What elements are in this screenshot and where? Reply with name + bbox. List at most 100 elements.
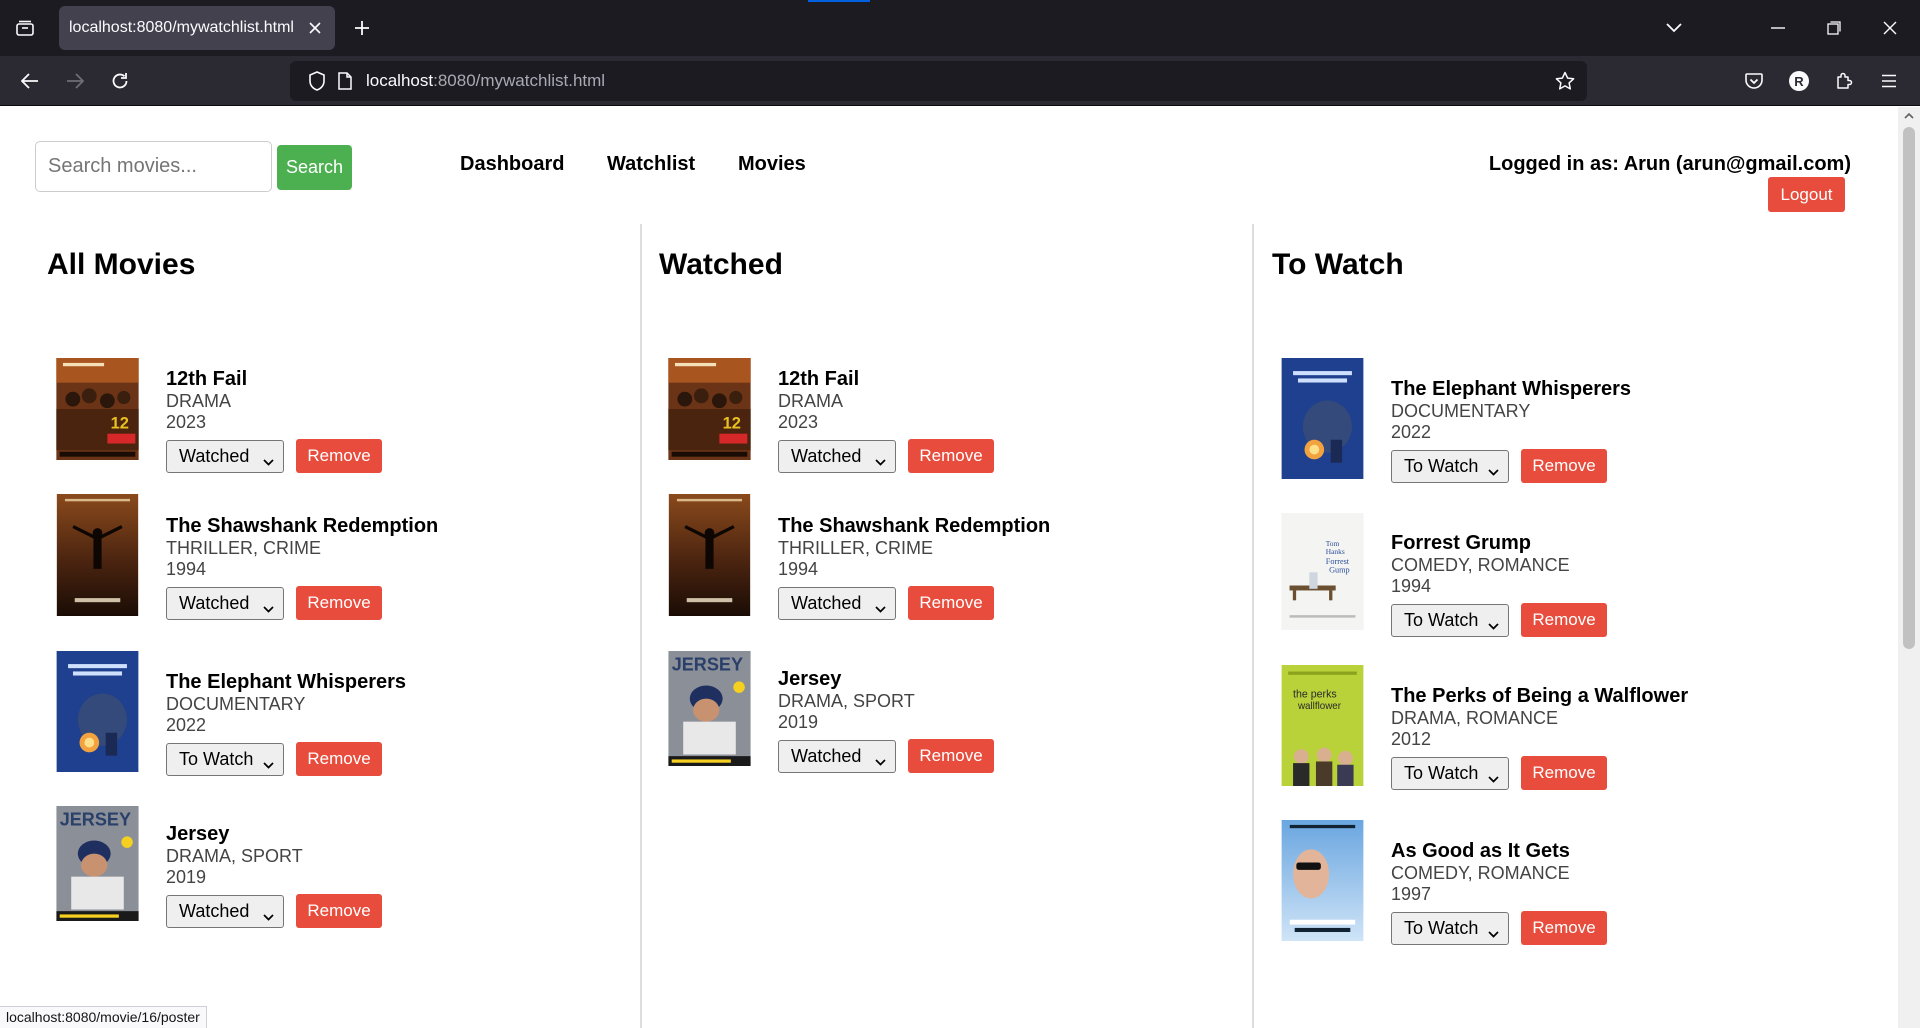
all-movies-column: All Movies 12 12th Fail DRAMA 2023 Watch…	[47, 224, 659, 1028]
movie-poster[interactable]	[659, 494, 760, 616]
chevron-down-icon	[1488, 614, 1499, 635]
scrollbar[interactable]	[1898, 107, 1920, 1028]
status-select[interactable]: To Watch	[166, 742, 284, 776]
svg-text:12: 12	[723, 415, 741, 433]
movie-poster[interactable]: Tom Hanks Forrest Gump	[1272, 513, 1373, 630]
status-select[interactable]: Watched	[166, 439, 284, 473]
extensions-icon[interactable]	[1826, 64, 1862, 98]
remove-button[interactable]: Remove	[296, 894, 382, 928]
nav-link-dashboard[interactable]: Dashboard	[460, 153, 564, 176]
remove-button[interactable]: Remove	[1521, 911, 1607, 945]
movie-title: The Elephant Whisperers	[166, 671, 407, 693]
watched-column: Watched 12 12th Fail DRAMA 2023 Watched	[659, 224, 1271, 1028]
scroll-up-icon[interactable]	[1902, 109, 1916, 123]
url-bar[interactable]: localhost:8080/mywatchlist.html	[290, 61, 1587, 101]
movie-year: 2022	[166, 715, 207, 735]
chevron-down-icon[interactable]	[1652, 8, 1696, 48]
pocket-icon[interactable]	[1736, 64, 1772, 98]
movie-genre: DRAMA	[778, 391, 844, 411]
remove-button[interactable]: Remove	[296, 742, 382, 776]
search-input[interactable]	[35, 141, 272, 192]
column-title: To Watch	[1272, 248, 1404, 281]
browser-tab-active[interactable]: localhost:8080/mywatchlist.html	[59, 6, 335, 50]
chevron-down-icon	[875, 597, 886, 618]
remove-button[interactable]: Remove	[908, 439, 994, 473]
movie-year: 2022	[1391, 422, 1432, 442]
reload-icon[interactable]	[102, 64, 138, 98]
forward-icon[interactable]	[57, 64, 93, 98]
chevron-down-icon	[1488, 460, 1499, 481]
svg-text:the perks: the perks	[1293, 689, 1337, 701]
status-select-value: Watched	[791, 592, 862, 613]
movie-genre: DRAMA, SPORT	[166, 846, 303, 866]
movie-poster[interactable]: JERSEY	[659, 651, 760, 766]
minimize-icon[interactable]	[1756, 8, 1800, 48]
status-select[interactable]: Watched	[778, 586, 896, 620]
status-select[interactable]: To Watch	[1391, 449, 1509, 483]
new-tab-icon[interactable]	[345, 12, 379, 44]
remove-button[interactable]: Remove	[908, 586, 994, 620]
logout-button[interactable]: Logout	[1768, 177, 1845, 212]
shield-icon[interactable]	[304, 68, 330, 94]
movie-title: Jersey	[166, 823, 230, 845]
status-select[interactable]: To Watch	[1391, 603, 1509, 637]
status-select[interactable]: Watched	[778, 439, 896, 473]
movie-poster[interactable]: the perks wallflower	[1272, 665, 1373, 786]
movie-title: The Perks of Being a Walflower	[1391, 685, 1689, 707]
logged-in-user: Logged in as: Arun (arun@gmail.com)	[1488, 153, 1851, 175]
movie-genre: DRAMA	[166, 391, 232, 411]
movie-year: 1994	[166, 559, 207, 579]
movie-title: The Shawshank Redemption	[166, 515, 439, 537]
movie-genre: DRAMA, ROMANCE	[1391, 708, 1559, 728]
page-icon	[332, 68, 358, 94]
restore-icon[interactable]	[1812, 8, 1856, 48]
menu-icon[interactable]	[1871, 64, 1907, 98]
movie-year: 2019	[778, 712, 819, 732]
movie-poster[interactable]: 12	[659, 358, 760, 460]
status-select[interactable]: To Watch	[1391, 756, 1509, 790]
chevron-down-icon	[263, 753, 274, 774]
movie-genre: COMEDY, ROMANCE	[1391, 863, 1570, 883]
movie-poster[interactable]: 12	[47, 358, 148, 460]
remove-button[interactable]: Remove	[296, 439, 382, 473]
movie-poster[interactable]	[47, 651, 148, 772]
movie-poster[interactable]	[1272, 820, 1373, 941]
movie-poster[interactable]	[1272, 358, 1373, 479]
svg-text:JERSEY: JERSEY	[672, 655, 743, 675]
status-select[interactable]: Watched	[166, 894, 284, 928]
movie-genre: DOCUMENTARY	[166, 694, 306, 714]
remove-button[interactable]: Remove	[1521, 603, 1607, 637]
status-select-value: To Watch	[179, 748, 254, 769]
movie-poster[interactable]	[47, 494, 148, 616]
status-select-value: To Watch	[1404, 455, 1479, 476]
svg-text:Hanks: Hanks	[1326, 547, 1345, 556]
status-select[interactable]: Watched	[166, 586, 284, 620]
status-select[interactable]: To Watch	[1391, 911, 1509, 945]
remove-button[interactable]: Remove	[296, 586, 382, 620]
status-select-value: Watched	[179, 592, 250, 613]
scroll-thumb[interactable]	[1903, 127, 1915, 649]
close-window-icon[interactable]	[1868, 8, 1912, 48]
profile-initial: R	[1789, 71, 1809, 91]
movie-title: 12th Fail	[166, 368, 248, 390]
star-icon[interactable]	[1552, 68, 1578, 94]
status-select[interactable]: Watched	[778, 739, 896, 773]
svg-text:wallflower: wallflower	[1297, 701, 1342, 712]
movie-genre: DRAMA, SPORT	[778, 691, 915, 711]
remove-button[interactable]: Remove	[1521, 449, 1607, 483]
close-icon[interactable]	[303, 16, 327, 40]
movie-year: 2012	[1391, 729, 1432, 749]
back-icon[interactable]	[12, 64, 48, 98]
movie-poster[interactable]: JERSEY	[47, 806, 148, 921]
nav-link-watchlist[interactable]: Watchlist	[607, 153, 695, 176]
remove-button[interactable]: Remove	[908, 739, 994, 773]
nav-link-movies[interactable]: Movies	[738, 153, 806, 176]
tab-list-icon[interactable]	[8, 12, 42, 44]
search-button[interactable]: Search	[277, 145, 352, 190]
profile-avatar[interactable]: R	[1781, 64, 1817, 98]
column-title: Watched	[659, 248, 783, 281]
remove-button[interactable]: Remove	[1521, 756, 1607, 790]
movie-title: As Good as It Gets	[1391, 840, 1570, 862]
url-text[interactable]: localhost:8080/mywatchlist.html	[366, 71, 605, 91]
status-select-value: To Watch	[1404, 762, 1479, 783]
